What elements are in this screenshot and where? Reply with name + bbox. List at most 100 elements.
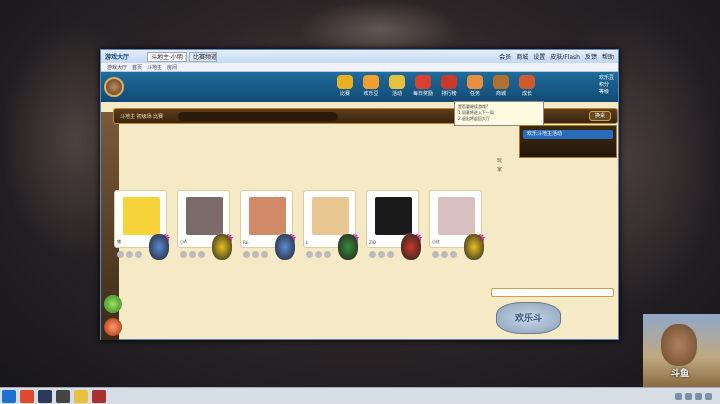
player-name: ZiO	[369, 240, 376, 245]
stat-icon	[306, 251, 313, 258]
player-avatar	[438, 197, 475, 235]
user-avatar[interactable]	[104, 77, 124, 97]
panel-text-line: 玩	[497, 158, 503, 164]
right-panel: 欢乐斗地主活动	[519, 125, 617, 158]
taskbar-app-icon[interactable]	[20, 389, 34, 403]
stat-icon	[432, 251, 439, 258]
panel-row[interactable]: 欢乐斗地主活动	[523, 130, 613, 139]
tooltip-line: 2.退出将返回大厅	[458, 116, 490, 121]
user-info: 欢乐豆 积分 等级	[599, 75, 614, 96]
tray-icon[interactable]	[705, 392, 712, 400]
user-info-line: 积分	[598, 82, 609, 88]
toolbar-item-icon	[519, 75, 535, 89]
toolbar-item[interactable]: 比赛	[335, 75, 355, 97]
player-card[interactable]: 小红准备	[429, 190, 485, 260]
menu-item[interactable]: 商城	[516, 52, 528, 61]
mascot-icon	[338, 234, 358, 260]
chat-icon[interactable]	[104, 295, 122, 313]
streamer-face	[661, 324, 697, 366]
toolbar-item[interactable]: 欢乐豆	[361, 75, 381, 97]
toolbar-item[interactable]: 任务	[465, 75, 485, 97]
toolbar-item[interactable]: 每日奖励	[413, 75, 433, 97]
toolbar-item-icon	[389, 75, 405, 89]
taskbar-app-icon[interactable]	[56, 389, 70, 403]
breadcrumb-item[interactable]: 斗地主	[147, 64, 162, 71]
toolbar-item[interactable]: 商城	[491, 75, 511, 97]
toolbar-item-label: 成长	[521, 91, 532, 97]
tooltip: 是否要继续游戏? 1.同意将进入下一局 2.退出将返回大厅	[454, 101, 544, 126]
player-card[interactable]: L准备	[303, 190, 359, 260]
toolbar-item-label: 比赛	[339, 91, 350, 97]
breadcrumb-item[interactable]: 首页	[132, 64, 142, 71]
toolbar-item-icon	[441, 75, 457, 89]
game-window: 游戏大厅 斗地主·小明 之... 比赛频道 会员 商城 设置 皮肤/Flash …	[100, 49, 619, 340]
change-table-button[interactable]: 换桌	[588, 111, 611, 121]
toolbar-item[interactable]: 排行榜	[439, 75, 459, 97]
taskbar-app-icon[interactable]	[92, 389, 106, 403]
player-avatar	[249, 197, 286, 235]
toolbar-item-icon	[415, 75, 431, 89]
toolbar-item-label: 欢乐豆	[363, 91, 379, 97]
toolbar-item-label: 商城	[495, 91, 506, 97]
stat-icon	[378, 251, 385, 258]
toolbar-item[interactable]: 活动	[387, 75, 407, 97]
toolbar-item-icon	[363, 75, 379, 89]
player-card[interactable]: 猪准备	[114, 190, 170, 260]
tray-icon[interactable]	[685, 392, 692, 400]
player-cards: 猪准备小A准备Fai准备L准备ZiO准备小红准备	[114, 190, 485, 260]
stat-icon	[189, 251, 196, 258]
menu-item[interactable]: 设置	[533, 52, 545, 61]
stat-icon	[198, 251, 205, 258]
mascot-icon	[275, 234, 295, 260]
stat-icon	[441, 251, 448, 258]
menu-item[interactable]: 会员	[499, 52, 511, 61]
mascot-icon	[464, 234, 484, 260]
webcam-overlay: 斗鱼	[643, 314, 720, 387]
toolbar-item-label: 每日奖励	[413, 91, 434, 97]
stat-icon	[315, 251, 322, 258]
stat-icon	[243, 251, 250, 258]
player-card[interactable]: 小A准备	[177, 190, 233, 260]
menu-item[interactable]: 反馈	[585, 52, 597, 61]
toolbar-icons: 比赛 欢乐豆 活动 每日奖励 排行榜 任务 商城 成长	[335, 75, 537, 97]
player-name: 猪	[117, 239, 121, 244]
mascot-icon	[401, 234, 421, 260]
tab-match[interactable]: 比赛频道	[189, 51, 217, 62]
title-bar: 游戏大厅 斗地主·小明 之... 比赛频道 会员 商城 设置 皮肤/Flash …	[101, 50, 618, 63]
player-avatar	[312, 197, 349, 235]
tab-room[interactable]: 斗地主·小明 之...	[147, 51, 187, 62]
toolbar-item-label: 排行榜	[441, 91, 457, 97]
user-info-line: 欢乐豆	[598, 75, 614, 81]
stat-icon	[180, 251, 187, 258]
menu-item[interactable]: 皮肤/Flash	[550, 52, 580, 61]
room-chat-input[interactable]	[178, 111, 338, 121]
game-logo: 欢乐斗	[496, 302, 561, 334]
player-card[interactable]: ZiO准备	[366, 190, 422, 260]
player-card[interactable]: Fai准备	[240, 190, 296, 260]
menu-item[interactable]: 帮助	[602, 52, 614, 61]
stat-icon	[252, 251, 259, 258]
chat-input[interactable]	[491, 288, 614, 297]
toolbar-item-label: 活动	[391, 91, 402, 97]
panel-text-line: 家	[497, 167, 503, 173]
app-title: 游戏大厅	[105, 54, 130, 61]
taskbar-app-icon[interactable]	[38, 389, 52, 403]
breadcrumb-item[interactable]: 房间	[167, 64, 177, 71]
tray-icon[interactable]	[675, 392, 682, 400]
taskbar	[0, 387, 720, 404]
stat-icon	[126, 251, 133, 258]
breadcrumb-item[interactable]: 游戏大厅	[107, 64, 127, 71]
tray-icon[interactable]	[695, 392, 702, 400]
taskbar-app-icon[interactable]	[74, 389, 88, 403]
stat-icon	[387, 251, 394, 258]
toolbar-item[interactable]: 成长	[517, 75, 537, 97]
mascot-icon	[212, 234, 232, 260]
gift-icon[interactable]	[104, 318, 122, 336]
room-info: 斗地主 初级场 比赛	[120, 113, 164, 120]
taskbar-app-icon[interactable]	[2, 389, 16, 403]
player-name: 小A	[180, 239, 187, 244]
toolbar-item-icon	[337, 75, 353, 89]
stat-icon	[117, 251, 124, 258]
stat-icon	[324, 251, 331, 258]
window-menu: 会员 商城 设置 皮肤/Flash 反馈 帮助	[499, 52, 618, 61]
